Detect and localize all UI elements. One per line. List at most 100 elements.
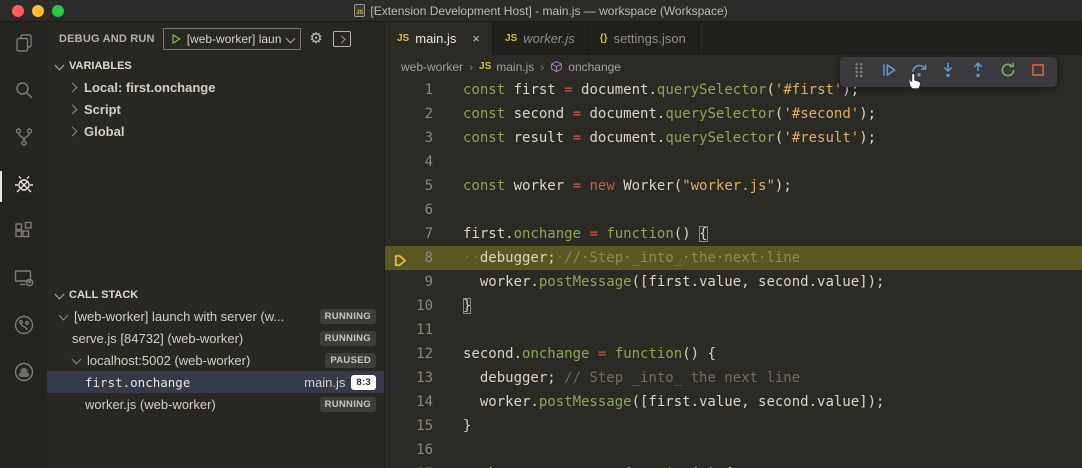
restart-button[interactable] (997, 61, 1019, 83)
tab-main-js[interactable]: JSmain.js× (385, 22, 493, 55)
step-over-icon (910, 61, 928, 84)
line-number[interactable]: 17 (385, 462, 455, 468)
debug-console-icon[interactable] (333, 31, 351, 47)
debug-and-run-title: DEBUG AND RUN (59, 33, 155, 45)
line-number[interactable]: 6 (385, 198, 455, 222)
tab-bar: JSmain.js× JS worker.js {}settings.json (385, 22, 1082, 55)
stop-button[interactable] (1027, 61, 1049, 83)
symbol-event-icon (550, 60, 563, 73)
explorer-button[interactable] (0, 22, 47, 69)
continue-icon (880, 61, 898, 84)
code-line-text: worker.postMessage([first.value, second.… (455, 390, 884, 414)
launch-config-dropdown[interactable]: [web-worker] laun (163, 28, 302, 50)
breadcrumb-separator: › (540, 60, 544, 74)
breadcrumb-item-onchange[interactable]: onchange (550, 60, 621, 74)
line-number[interactable]: 2 (385, 102, 455, 126)
step-into-button[interactable] (937, 61, 959, 83)
line-number[interactable]: 14 (385, 390, 455, 414)
tab-worker-js[interactable]: JS worker.js (493, 22, 588, 55)
call-stack-row-meta: PAUSED (325, 353, 376, 368)
run-and-debug-button[interactable] (0, 163, 47, 210)
call-stack-row[interactable]: serve.js [84732] (web-worker)RUNNING (47, 327, 384, 349)
line-number[interactable]: 10 (385, 294, 455, 318)
remote-explorer-button[interactable] (0, 257, 47, 304)
breadcrumb-label: main.js (496, 60, 534, 74)
code-line-text: second.onchange = function() { (455, 342, 716, 366)
code-line: 7first.onchange = function() { (385, 222, 1082, 246)
call-stack-section-header[interactable]: CALL STACK (47, 284, 384, 305)
step-over-button[interactable] (908, 61, 930, 83)
variables-scope-row[interactable]: Script (47, 98, 384, 120)
line-number[interactable]: 9 (385, 270, 455, 294)
github-button[interactable] (0, 351, 47, 398)
search-button[interactable] (0, 69, 47, 116)
line-number[interactable]: 11 (385, 318, 455, 342)
chevron-down-icon (72, 356, 80, 364)
source-control-button[interactable] (0, 116, 47, 163)
code-line: 17worker.onmessage = function(e) { (385, 462, 1082, 468)
line-number[interactable]: 5 (385, 174, 455, 198)
breadcrumb-label: web-worker (401, 60, 463, 74)
step-out-button[interactable] (967, 61, 989, 83)
line-number[interactable]: 12 (385, 342, 455, 366)
code-line-text: first.onchange = function() { (455, 222, 708, 246)
chevron-down-icon (55, 291, 63, 299)
call-stack-row[interactable]: localhost:5002 (web-worker)PAUSED (47, 349, 384, 371)
call-stack-frame-label: first.onchange (85, 375, 190, 390)
code-line: 14 worker.postMessage([first.value, seco… (385, 390, 1082, 414)
code-editor[interactable]: 1const first = document.querySelector('#… (385, 78, 1082, 468)
line-number[interactable]: 3 (385, 126, 455, 150)
title-bar: JS [Extension Development Host] - main.j… (0, 0, 1082, 22)
js-file-icon: JS (505, 33, 517, 44)
line-number[interactable]: 16 (385, 438, 455, 462)
variable-scope-label: Local: first.onchange (84, 80, 215, 95)
line-number[interactable]: 15 (385, 414, 455, 438)
editor-group: JSmain.js×JSworker.js{}settings.json web… (385, 22, 1082, 468)
zoom-window-button[interactable] (52, 5, 64, 17)
stop-icon (1029, 61, 1047, 84)
session-status-badge: RUNNING (320, 309, 376, 324)
debug-sidebar-header: DEBUG AND RUN [web-worker] laun ⚙ (47, 22, 384, 55)
breadcrumb-item-web-worker[interactable]: web-worker (401, 60, 463, 74)
step-into-icon (939, 61, 957, 84)
call-stack-row[interactable]: first.onchangemain.js8:3 (47, 371, 384, 393)
variables-section: VARIABLES Local: first.onchange Script Glo… (47, 55, 384, 142)
call-stack-row[interactable]: worker.js (web-worker)RUNNING (47, 393, 384, 415)
tab-settings-json[interactable]: {}settings.json (588, 22, 699, 55)
code-line-text: const worker = new Worker("worker.js"); (455, 174, 792, 198)
code-line-text: } (455, 414, 471, 438)
code-line-text: worker.onmessage = function(e) { (455, 462, 733, 468)
line-number[interactable]: 4 (385, 150, 455, 174)
variables-scope-row[interactable]: Global (47, 120, 384, 142)
code-line-text (455, 318, 463, 342)
code-line: 11 (385, 318, 1082, 342)
close-window-button[interactable] (12, 5, 24, 17)
code-line-text: } (455, 294, 471, 318)
call-stack-frame-label: [web-worker] launch with server (w... (74, 309, 284, 324)
code-line: 8··debugger;·//·Step·_into_·the·next·lin… (385, 246, 1082, 270)
extensions-button[interactable] (0, 210, 47, 257)
continue-button[interactable] (878, 61, 900, 83)
line-number[interactable]: 8 (385, 246, 455, 270)
variables-scope-row[interactable]: Local: first.onchange (47, 76, 384, 98)
variables-section-header[interactable]: VARIABLES (47, 55, 384, 76)
tab-label: worker.js (523, 31, 575, 46)
close-tab-icon[interactable]: × (472, 31, 480, 46)
js-file-icon: JS (354, 4, 365, 17)
line-number[interactable]: 13 (385, 366, 455, 390)
code-line-text (455, 438, 463, 462)
variable-scope-label: Script (84, 102, 121, 117)
line-number[interactable]: 7 (385, 222, 455, 246)
current-line-arrow-icon (394, 251, 407, 265)
gear-icon[interactable]: ⚙ (309, 31, 322, 46)
minimize-window-button[interactable] (32, 5, 44, 17)
code-line: 15} (385, 414, 1082, 438)
breadcrumb-label: onchange (568, 60, 621, 74)
code-line: 2const second = document.querySelector('… (385, 102, 1082, 126)
line-number[interactable]: 1 (385, 78, 455, 102)
breadcrumb-item-main-js[interactable]: JSmain.js (479, 60, 534, 74)
code-line: 12second.onchange = function() { (385, 342, 1082, 366)
call-stack-row[interactable]: [web-worker] launch with server (w... RUN… (47, 305, 384, 327)
live-share-button[interactable] (0, 304, 47, 351)
code-line-text: const first = document.querySelector('#f… (455, 78, 859, 102)
